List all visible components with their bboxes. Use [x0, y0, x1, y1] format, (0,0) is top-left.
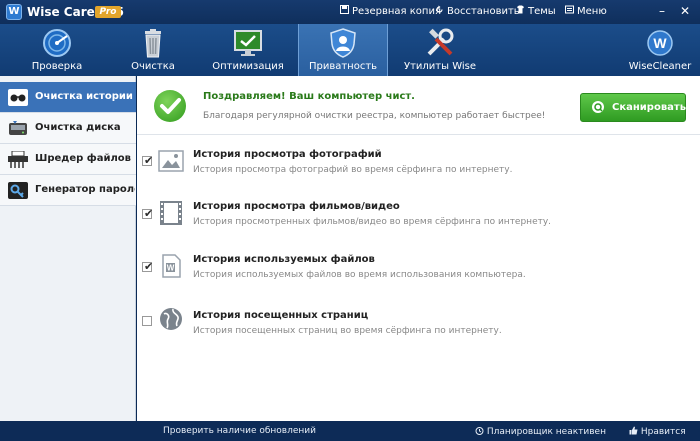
tab-cleanup-label: Очистка: [131, 61, 175, 72]
tab-cleanup[interactable]: Очистка: [118, 24, 188, 76]
tab-privacy[interactable]: Приватность: [298, 24, 388, 76]
themes-menu-item[interactable]: Темы: [516, 5, 556, 17]
trash-icon: [137, 28, 169, 58]
checkmark: ✔: [144, 207, 154, 220]
history-item-description: История посещенных страниц во время сёрф…: [193, 326, 502, 336]
backup-label: Резервная копия: [352, 6, 441, 17]
photo-icon: [158, 149, 184, 173]
like-label: Нравится: [640, 427, 686, 437]
globe-icon: [158, 307, 184, 331]
checkmark: ✔: [144, 260, 154, 273]
restore-icon: [435, 5, 444, 17]
history-item-title: История посещенных страниц: [193, 310, 369, 321]
radar-icon: [41, 28, 73, 58]
tab-optimize[interactable]: Оптимизация: [210, 24, 286, 76]
backup-menu-item[interactable]: Резервная копия: [340, 5, 441, 17]
pro-badge: Pro: [95, 6, 121, 18]
restore-menu-item[interactable]: Восстановить: [435, 5, 520, 17]
wisecleaner-logo-icon: W: [644, 28, 676, 58]
checkmark: ✔: [144, 154, 154, 167]
scan-button-label: Сканировать: [612, 102, 687, 113]
history-item-files: ✔ W История используемых файлов История …: [137, 253, 700, 297]
sidebar: Очистка истории Очистка диска Шредер фай…: [0, 76, 136, 421]
scheduler-label: Планировщик неактивен: [486, 427, 606, 437]
tab-checkup[interactable]: Проверка: [22, 24, 92, 76]
key-icon: [8, 182, 28, 199]
main-toolbar: Проверка Очистка Оптимизация Приватность…: [0, 24, 700, 76]
tab-wise-tools-label: Утилиты Wise: [403, 61, 477, 72]
history-item-description: История используемых файлов во время исп…: [193, 270, 526, 280]
document-icon: W: [158, 254, 184, 278]
history-item-photos: ✔ История просмотра фотографий История п…: [137, 146, 700, 190]
history-item-title: История просмотра фильмов/видео: [193, 201, 400, 212]
minimize-button[interactable]: –: [654, 3, 670, 19]
sidebar-item-history-cleanup[interactable]: Очистка истории: [0, 82, 136, 113]
themes-label: Темы: [528, 6, 556, 17]
sidebar-item-file-shredder[interactable]: Шредер файлов: [0, 144, 136, 175]
wisecleaner-label: WiseCleaner: [628, 61, 692, 72]
shirt-icon: [516, 5, 525, 17]
disk-icon: [8, 120, 28, 137]
sidebar-item-label: Очистка диска: [35, 122, 121, 133]
alarm-clock-icon: [475, 427, 487, 437]
main-panel: Поздравляем! Ваш компьютер чист. Благода…: [137, 76, 700, 421]
tab-privacy-label: Приватность: [308, 61, 378, 72]
history-item-description: История просмотра фотографий во время сё…: [193, 165, 513, 175]
search-icon: [592, 101, 606, 115]
photos-checkbox[interactable]: ✔: [142, 154, 154, 167]
tab-optimize-label: Оптимизация: [212, 61, 284, 72]
tools-icon: [424, 28, 456, 58]
thumbs-up-icon: [629, 426, 641, 437]
history-item-pages: История посещенных страниц История посещ…: [137, 306, 700, 350]
app-logo-icon: W: [6, 4, 22, 20]
wisecleaner-link[interactable]: W WiseCleaner: [625, 24, 695, 76]
status-title: Поздравляем! Ваш компьютер чист.: [203, 91, 415, 102]
menu-icon: [565, 5, 574, 17]
status-bar: Проверить наличие обновлений Планировщик…: [0, 421, 700, 441]
status-banner: Поздравляем! Ваш компьютер чист. Благода…: [137, 76, 700, 135]
success-check-icon: [154, 90, 186, 122]
like-link[interactable]: Нравится: [629, 426, 686, 437]
sidebar-item-label: Шредер файлов: [35, 153, 131, 164]
videos-checkbox[interactable]: ✔: [142, 207, 154, 220]
save-icon: [340, 5, 349, 17]
pages-checkbox[interactable]: [142, 316, 152, 326]
history-item-description: История просмотренных фильмов/видео во в…: [193, 217, 552, 227]
close-button[interactable]: ✕: [677, 3, 693, 19]
sidebar-item-disk-cleanup[interactable]: Очистка диска: [0, 113, 136, 144]
shredder-icon: [8, 150, 28, 168]
history-item-videos: ✔ История просмотра фильмов/видео Истори…: [137, 200, 700, 244]
scan-button[interactable]: Сканировать: [580, 93, 686, 122]
tab-checkup-label: Проверка: [31, 61, 83, 72]
sidebar-item-label: Очистка истории: [35, 91, 133, 102]
main-menu-item[interactable]: Меню: [565, 5, 607, 17]
status-subtitle: Благодаря регулярной очистки реестра, ко…: [203, 111, 546, 121]
tab-wise-tools[interactable]: Утилиты Wise: [400, 24, 480, 76]
privacy-shield-icon: [327, 28, 359, 58]
svg-text:W: W: [653, 35, 667, 51]
sidebar-item-label: Генератор паролей: [35, 184, 135, 195]
history-item-title: История используемых файлов: [193, 254, 375, 265]
menu-label: Меню: [577, 6, 607, 17]
sidebar-item-password-generator[interactable]: Генератор паролей: [0, 175, 136, 206]
check-updates-link[interactable]: Проверить наличие обновлений: [163, 426, 316, 436]
monitor-optimize-icon: [232, 28, 264, 58]
restore-label: Восстановить: [447, 6, 520, 17]
scheduler-status[interactable]: Планировщик неактивен: [475, 426, 606, 437]
film-icon: [158, 201, 184, 225]
files-checkbox[interactable]: ✔: [142, 260, 154, 273]
history-item-title: История просмотра фотографий: [193, 149, 382, 160]
glasses-icon: [8, 89, 28, 106]
svg-text:W: W: [167, 264, 175, 273]
title-bar: W Wise Care 365 Pro Резервная копия Восс…: [0, 0, 700, 24]
